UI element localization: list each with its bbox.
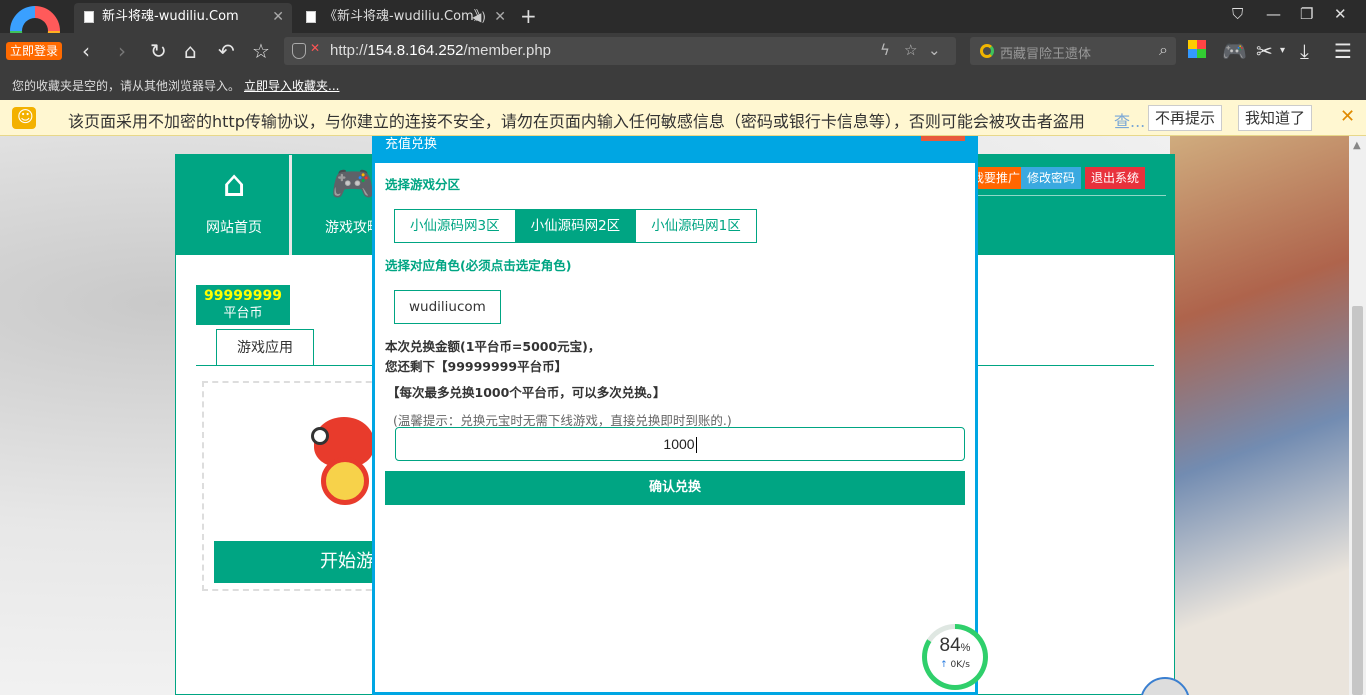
- logout-button[interactable]: 退出系统: [1085, 167, 1146, 189]
- got-it-button[interactable]: 我知道了: [1238, 105, 1313, 131]
- remaining-text: 您还剩下【99999999平台币】: [385, 359, 568, 374]
- zone-option-1[interactable]: 小仙源码网1区: [636, 210, 756, 242]
- modal-title: 充值兑换: [385, 137, 438, 152]
- minimize-icon[interactable]: —: [1266, 5, 1281, 23]
- tab-title: 新斗将魂-wudiliu.Com: [102, 9, 239, 24]
- warning-text: 该页面采用不加密的http传输协议，与你建立的连接不安全，请勿在页面内输入任何敏…: [68, 112, 1085, 131]
- back-icon[interactable]: ‹: [82, 39, 90, 63]
- divider: [974, 195, 1166, 196]
- lightning-icon[interactable]: ϟ: [880, 41, 890, 59]
- nav-home-label: 网站首页: [206, 220, 262, 236]
- search-engine-icon: [980, 44, 994, 58]
- refresh-icon[interactable]: ↻: [150, 39, 167, 63]
- upload-arrow-icon: ↑: [940, 660, 948, 670]
- chevron-down-icon[interactable]: ▾: [1280, 39, 1285, 63]
- zone-option-2[interactable]: 小仙源码网2区: [515, 210, 637, 242]
- bookmark-star-icon[interactable]: ☆: [904, 41, 917, 59]
- page-scrollbar[interactable]: ▲: [1349, 136, 1366, 695]
- web-page: ⌂ 网站首页 🎮 游戏攻略 我要推广 修改密码 退出系统 99999999 平台…: [0, 136, 1366, 695]
- speed-percent: 84: [939, 635, 961, 656]
- dismiss-forever-button[interactable]: 不再提示: [1148, 105, 1223, 131]
- restore-icon[interactable]: ❐: [1300, 5, 1313, 23]
- star-icon[interactable]: ☆: [252, 39, 270, 63]
- network-speed-widget[interactable]: 84% ↑ 0K/s: [922, 624, 988, 690]
- hero-artwork: [1170, 136, 1350, 695]
- document-icon: [84, 11, 94, 23]
- download-icon[interactable]: ⤓: [1300, 39, 1309, 63]
- coin-balance: 99999999 平台币: [196, 285, 290, 325]
- coin-label: 平台币: [223, 306, 263, 321]
- document-icon: [306, 11, 316, 23]
- browser-nav-bar: ‹ › ↻ ⌂ ↶ ☆ ✕ http://154.8.164.252/membe…: [0, 33, 1366, 69]
- modal-close-button[interactable]: [921, 136, 965, 141]
- zone-selector: 小仙源码网3区 小仙源码网2区 小仙源码网1区: [394, 209, 757, 243]
- search-box[interactable]: 西藏冒险王遗体 ⌕: [970, 37, 1176, 65]
- rate-text: 本次兑换金额(1平台币=5000元宝)，: [385, 339, 601, 354]
- insecure-icon[interactable]: ✕: [310, 41, 320, 55]
- favorites-message: 您的收藏夹是空的，请从其他浏览器导入。: [12, 79, 241, 93]
- speed-rate: 0K/s: [950, 660, 970, 670]
- import-favorites-link[interactable]: 立即导入收藏夹...: [244, 77, 339, 94]
- zone-option-3[interactable]: 小仙源码网3区: [395, 210, 516, 242]
- confirm-exchange-button[interactable]: 确认兑换: [385, 471, 965, 505]
- scissors-icon[interactable]: ✂: [1256, 39, 1273, 63]
- limit-text: 【每次最多兑换1000个平台币，可以多次兑换。】: [387, 385, 666, 400]
- zone-label: 选择游戏分区: [385, 177, 461, 192]
- role-option[interactable]: wudiliucom: [394, 290, 501, 324]
- tab-close-icon[interactable]: ✕: [272, 3, 284, 31]
- coin-value: 99999999: [204, 288, 282, 304]
- address-bar[interactable]: ✕ http://154.8.164.252/member.php ϟ ☆ ⌄: [284, 37, 956, 65]
- chevron-down-icon[interactable]: ⌄: [928, 41, 941, 59]
- speaker-icon[interactable]: ◀): [472, 3, 486, 31]
- gamepad-icon[interactable]: 🎮: [1222, 39, 1247, 63]
- start-game-button[interactable]: 开始游戏: [214, 541, 382, 583]
- search-icon[interactable]: ⌕: [1159, 40, 1168, 60]
- warning-icon: [12, 107, 36, 129]
- shirt-icon[interactable]: ⛉: [1232, 5, 1243, 23]
- scroll-up-icon[interactable]: ▲: [1353, 140, 1361, 151]
- tab-active[interactable]: 新斗将魂-wudiliu.Com ✕: [74, 3, 292, 33]
- favorites-bar: 您的收藏夹是空的，请从其他浏览器导入。 立即导入收藏夹...: [0, 69, 1366, 100]
- tab-close-icon[interactable]: ✕: [494, 3, 506, 31]
- modal-header: 充值兑换: [375, 136, 975, 163]
- login-badge[interactable]: 立即登录: [6, 42, 62, 60]
- home-icon: ⌂: [222, 164, 246, 205]
- warning-close-icon[interactable]: ✕: [1340, 106, 1355, 127]
- home-icon[interactable]: ⌂: [184, 39, 197, 63]
- window-close-icon[interactable]: ✕: [1334, 5, 1347, 23]
- nav-home[interactable]: ⌂ 网站首页: [176, 155, 292, 255]
- security-warning-bar: 该页面采用不加密的http传输协议，与你建立的连接不安全，请勿在页面内输入任何敏…: [0, 100, 1366, 136]
- menu-icon[interactable]: ☰: [1334, 39, 1352, 63]
- search-input[interactable]: 西藏冒险王遗体: [1000, 43, 1091, 62]
- scroll-thumb[interactable]: [1352, 306, 1363, 695]
- warning-more-link[interactable]: 查...: [1114, 108, 1145, 132]
- role-label: 选择对应角色(必须点击选定角色): [385, 258, 572, 273]
- amount-input[interactable]: 1000: [395, 427, 965, 461]
- lion-mascot-image: [309, 397, 379, 517]
- game-card: 开始游戏: [202, 381, 382, 591]
- browser-tab-bar: 新斗将魂-wudiliu.Com ✕ 《新斗将魂-wudiliu.Com》 ◀)…: [0, 0, 1366, 33]
- change-password-button[interactable]: 修改密码: [1021, 167, 1082, 189]
- forward-icon[interactable]: ›: [118, 39, 126, 63]
- shield-icon: [292, 43, 306, 59]
- url-text[interactable]: http://154.8.164.252/member.php: [330, 42, 551, 59]
- new-tab-icon[interactable]: +: [520, 3, 537, 29]
- tab-title: 《新斗将魂-wudiliu.Com》: [324, 9, 487, 24]
- exchange-modal: 充值兑换 选择游戏分区 小仙源码网3区 小仙源码网2区 小仙源码网1区 选择对应…: [372, 136, 978, 695]
- undo-icon[interactable]: ↶: [218, 39, 235, 63]
- apps-icon[interactable]: [1188, 40, 1206, 58]
- tab-inactive[interactable]: 《新斗将魂-wudiliu.Com》 ◀) ✕: [296, 3, 514, 33]
- tab-game-apps[interactable]: 游戏应用: [216, 329, 314, 365]
